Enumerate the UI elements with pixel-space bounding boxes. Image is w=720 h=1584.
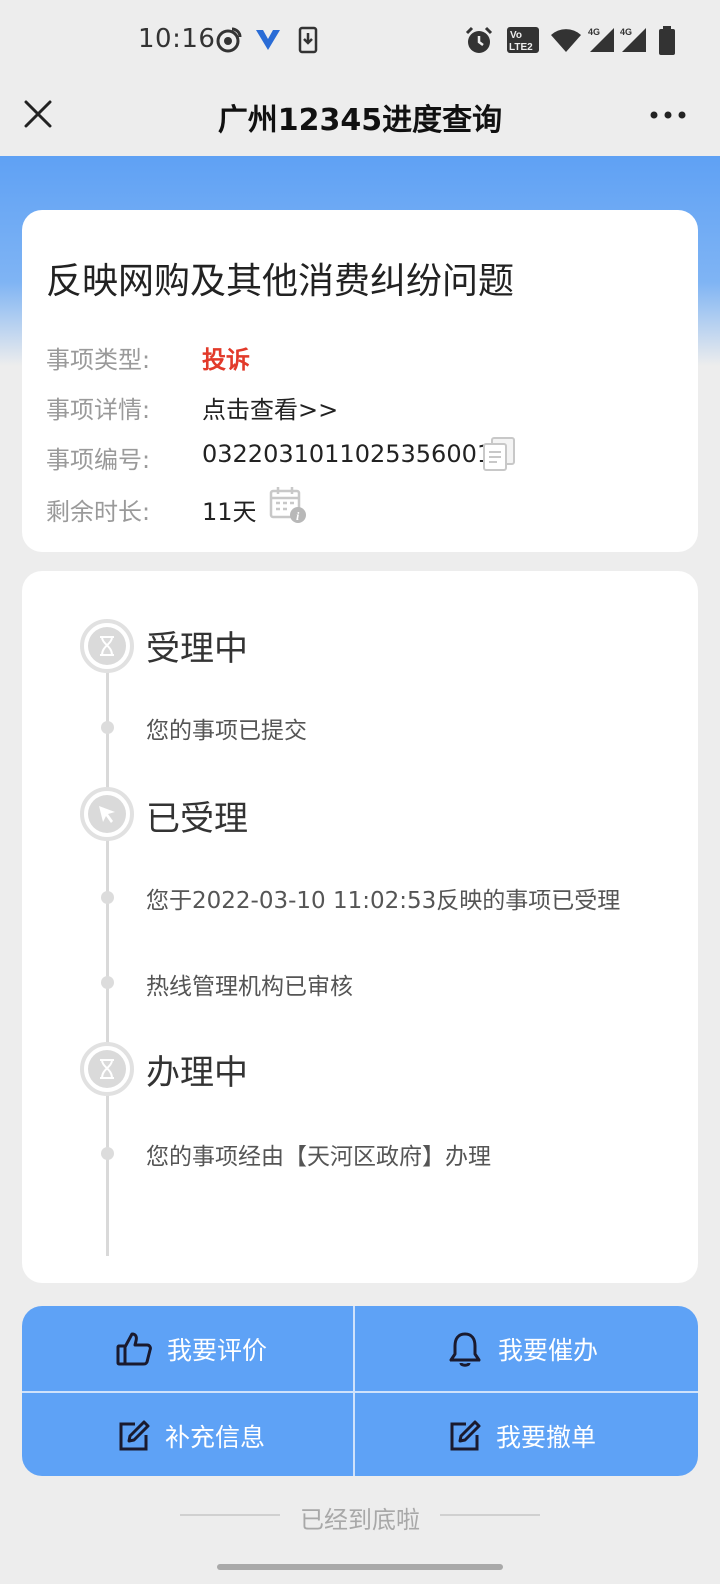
svg-text:4G: 4G	[588, 27, 600, 37]
home-indicator[interactable]	[217, 1564, 503, 1570]
divider	[440, 1514, 540, 1516]
progress-timeline-card: 受理中 您的事项已提交 已受理 您于2022-03-10 11:02:53反映的…	[22, 571, 698, 1283]
weibo-icon	[216, 27, 242, 53]
stage-title: 受理中	[146, 629, 248, 669]
timeline-dot	[101, 891, 114, 904]
edit-icon	[450, 1420, 481, 1450]
urge-button[interactable]: 我要催办	[353, 1306, 691, 1391]
info-label: 事项编号:	[46, 446, 151, 474]
end-of-list-text: 已经到底啦	[300, 1506, 420, 1534]
svg-text:LTE2: LTE2	[509, 42, 533, 53]
volte-icon: Vo LTE2	[507, 27, 539, 53]
issue-number-value: 0322031011025356001	[202, 440, 493, 468]
supplement-info-label: 补充信息	[164, 1422, 265, 1452]
remaining-time-value: 11天	[202, 498, 257, 526]
svg-text:4G: 4G	[620, 27, 632, 37]
action-grid: 我要评价 我要催办 补充信息 我要撤单	[22, 1306, 698, 1476]
timeline-dot	[101, 1147, 114, 1160]
calendar-info-icon[interactable]: i	[268, 484, 308, 524]
issue-title: 反映网购及其他消费纠纷问题	[46, 261, 515, 302]
timeline-line	[106, 621, 109, 1256]
wifi-icon	[551, 29, 581, 52]
status-time: 10:16	[138, 24, 216, 54]
more-icon[interactable]	[648, 100, 688, 130]
issue-type-value: 投诉	[202, 346, 250, 374]
signal-4g-icon: 4G	[588, 27, 614, 52]
title-bar: 广州12345进度查询	[0, 80, 720, 156]
signal-4g-icon: 4G	[620, 27, 646, 52]
cursor-icon	[80, 787, 134, 841]
grid-divider	[22, 1391, 698, 1393]
issue-info-card: 反映网购及其他消费纠纷问题 事项类型: 投诉 事项详情: 点击查看>> 事项编号…	[22, 210, 698, 552]
timeline-step: 您的事项经由【天河区政府】办理	[146, 1144, 491, 1170]
supplement-info-button[interactable]: 补充信息	[22, 1393, 360, 1476]
status-bar: 10:16 Vo LTE2 4G 4G	[0, 0, 720, 80]
thumbs-up-icon	[116, 1332, 152, 1365]
alarm-icon	[465, 26, 493, 53]
info-label: 事项详情:	[46, 396, 151, 424]
withdraw-label: 我要撤单	[495, 1422, 596, 1452]
end-of-list: 已经到底啦	[0, 1494, 720, 1534]
stage-title: 已受理	[146, 799, 248, 839]
info-label: 事项类型:	[46, 346, 151, 374]
timeline-step: 热线管理机构已审核	[146, 974, 353, 1000]
stage-title: 办理中	[146, 1053, 248, 1093]
info-label: 剩余时长:	[46, 498, 151, 526]
page-title: 广州12345进度查询	[217, 103, 503, 138]
withdraw-button[interactable]: 我要撤单	[353, 1393, 691, 1476]
svg-text:Vo: Vo	[510, 30, 522, 41]
timeline-dot	[101, 721, 114, 734]
battery-icon	[659, 26, 675, 55]
view-detail-link[interactable]: 点击查看>>	[202, 390, 338, 425]
urge-label: 我要催办	[497, 1335, 598, 1365]
hourglass-icon	[80, 619, 134, 673]
timeline-step: 您于2022-03-10 11:02:53反映的事项已受理	[146, 888, 621, 914]
evaluate-label: 我要评价	[166, 1335, 267, 1365]
hourglass-icon	[80, 1042, 134, 1096]
vpn-icon	[256, 30, 280, 50]
timeline-dot	[101, 976, 114, 989]
edit-icon	[119, 1420, 150, 1450]
copy-icon[interactable]	[480, 434, 520, 474]
bell-icon	[449, 1332, 481, 1367]
timeline-step: 您的事项已提交	[146, 718, 307, 744]
download-icon	[298, 26, 318, 54]
evaluate-button[interactable]: 我要评价	[22, 1306, 360, 1391]
